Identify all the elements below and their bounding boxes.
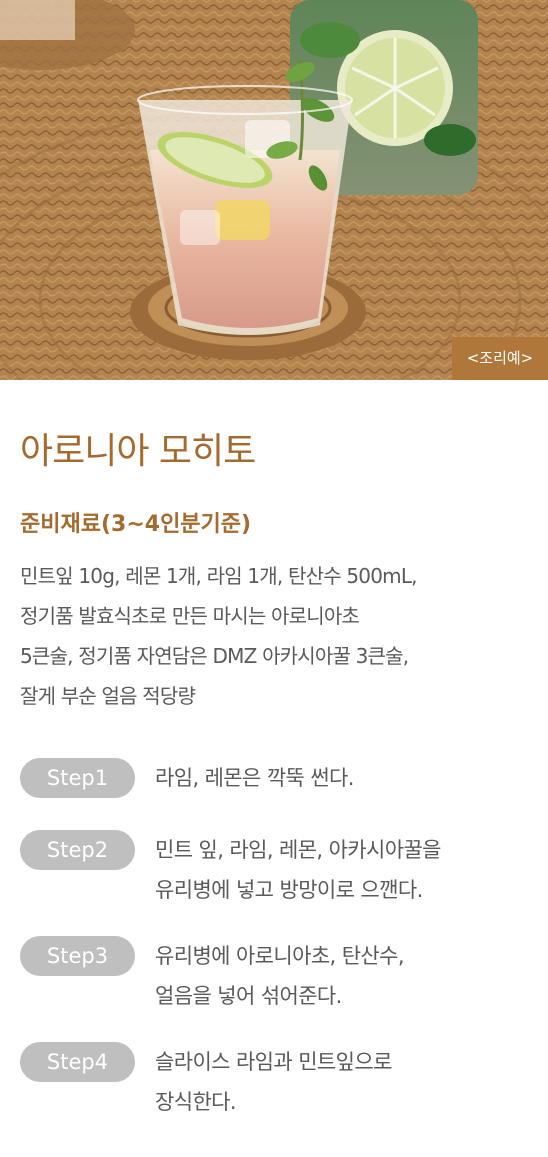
- mojito-drink-image: [0, 0, 548, 380]
- step-1-badge: Step1: [20, 758, 135, 798]
- step-1-text: 라임, 레몬은 깍뚝 썬다.: [155, 758, 354, 798]
- recipe-title: 아로니아 모히토: [20, 431, 256, 472]
- ingredients-line: 5큰술, 정기품 자연담은 DMZ 아카시아꿀 3큰술,: [20, 644, 409, 668]
- step-text-line: 라임, 레몬은 깍뚝 썬다.: [155, 766, 354, 790]
- step-text-line: 유리병에 넣고 방망이로 으깬다.: [155, 878, 423, 902]
- ingredients-heading: 준비재료(3~4인분기준): [20, 512, 252, 537]
- recipe-photo: <조리예>: [0, 0, 548, 380]
- step-text-line: 장식한다.: [155, 1090, 237, 1114]
- ingredients-text: 민트잎 10g, 레몬 1개, 라임 1개, 탄산수 500mL, 정기품 발효…: [20, 556, 535, 716]
- step-2-text: 민트 잎, 라임, 레몬, 아카시아꿀을 유리병에 넣고 방망이로 으깬다.: [155, 830, 441, 910]
- ingredients-line: 정기품 발효식초로 만든 마시는 아로니아초: [20, 604, 360, 628]
- step-text-line: 슬라이스 라임과 민트잎으로: [155, 1050, 392, 1074]
- step-3-text: 유리병에 아로니아초, 탄산수, 얼음을 넣어 섞어준다.: [155, 936, 405, 1016]
- ingredients-line: 민트잎 10g, 레몬 1개, 라임 1개, 탄산수 500mL,: [20, 564, 418, 588]
- step-3-badge: Step3: [20, 936, 135, 976]
- ingredients-line: 잘게 부순 얼음 적당량: [20, 684, 196, 708]
- step-2-badge: Step2: [20, 830, 135, 870]
- step-text-line: 얼음을 넣어 섞어준다.: [155, 984, 342, 1008]
- step-text-line: 민트 잎, 라임, 레몬, 아카시아꿀을: [155, 838, 441, 862]
- photo-caption-badge: <조리예>: [452, 337, 548, 380]
- step-text-line: 유리병에 아로니아초, 탄산수,: [155, 944, 405, 968]
- step-4-badge: Step4: [20, 1042, 135, 1082]
- step-4-text: 슬라이스 라임과 민트잎으로 장식한다.: [155, 1042, 392, 1122]
